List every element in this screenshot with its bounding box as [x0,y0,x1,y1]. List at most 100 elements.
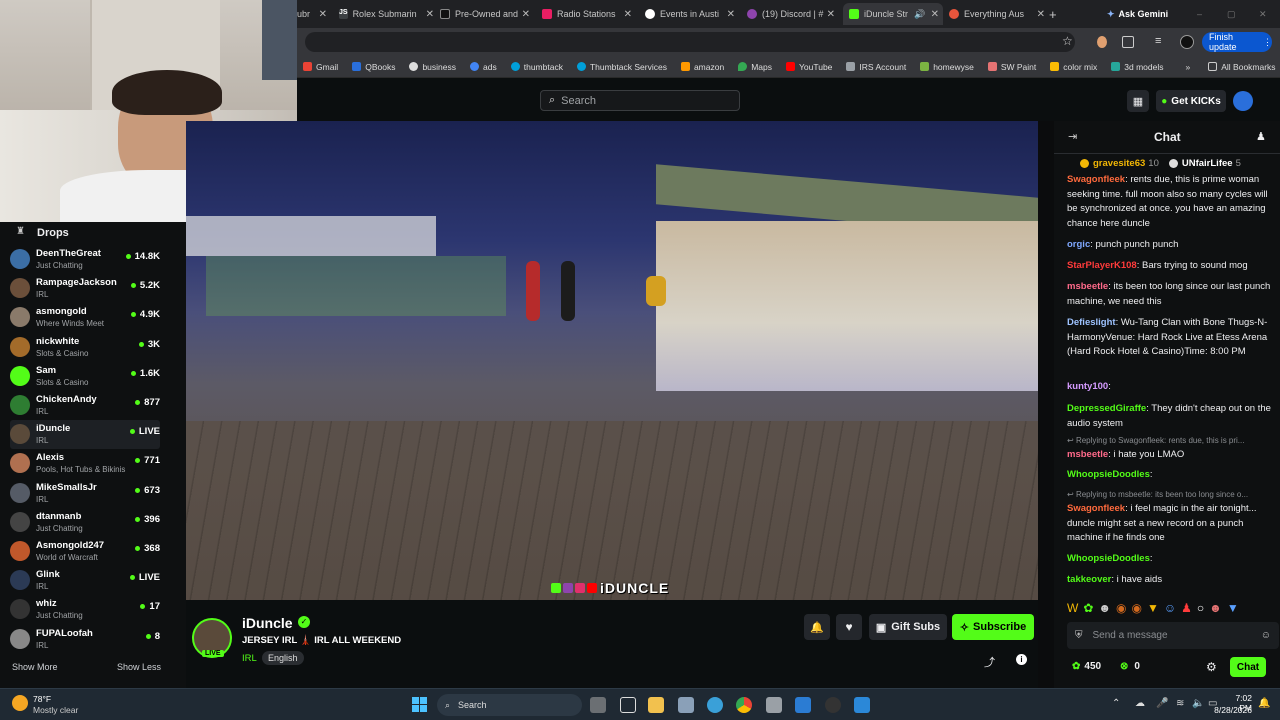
emote-icon[interactable]: ☺ [1164,601,1176,615]
emote-icon[interactable]: ▼ [1147,601,1159,615]
word-icon[interactable] [854,697,870,713]
file-explorer-icon[interactable] [648,697,664,713]
emote-icon[interactable]: ▼ [1227,601,1239,615]
notepad-icon[interactable] [620,697,636,713]
chat-username[interactable]: orgic [1067,239,1090,250]
close-icon[interactable]: ✕ [319,9,327,20]
gift-subs-button[interactable]: ▣ Gift Subs [869,614,947,640]
edge-icon[interactable] [707,697,723,713]
chrome-icon[interactable] [736,697,752,713]
bookmark[interactable]: amazon [680,62,724,72]
chat-username[interactable]: msbeetle [1067,281,1108,292]
bookmark[interactable]: SW Paint [987,62,1036,72]
reply-context[interactable]: ↩ Replying to msbeetle: its been too lon… [1067,490,1277,499]
obs-icon[interactable] [825,697,841,713]
collapse-chat-icon[interactable]: ⇥ [1068,130,1077,143]
chat-username[interactable]: DepressedGiraffe [1067,403,1146,414]
weather-desc[interactable]: Mostly clear [33,705,78,715]
close-icon[interactable]: ✕ [426,9,434,20]
football-icon[interactable]: ◉ [1132,601,1142,615]
emote-icon[interactable]: ♟ [1181,601,1192,615]
browser-tab[interactable]: Pre-Owned and ✕ [440,3,530,25]
window-close-button[interactable]: ✕ [1259,3,1271,25]
get-kicks-button[interactable]: ● Get KICKs [1156,90,1226,112]
chat-username[interactable]: Swagonfleek [1067,503,1125,514]
bookmark[interactable]: business [409,62,456,72]
reply-context[interactable]: ↩ Replying to Swagonfleek: rents due, th… [1067,436,1277,445]
tray-chevron-icon[interactable]: ⌃ [1112,698,1120,709]
bookmark[interactable]: YouTube [786,62,832,72]
url-field[interactable] [305,32,1075,52]
show-more-button[interactable]: Show More [12,662,58,672]
extensions-icon[interactable] [1122,36,1134,48]
bookmark[interactable]: Thumbtack Services [576,62,667,72]
close-icon[interactable]: ✕ [522,9,530,20]
browser-tab[interactable]: ubr ✕ [297,3,327,25]
emote-icon[interactable]: ✿ [1083,601,1093,615]
close-icon[interactable]: ✕ [1037,9,1045,20]
bookmark[interactable]: QBooks [352,62,395,72]
kicks-balance[interactable]: ⊗ 0 [1120,661,1140,672]
user-avatar[interactable] [1233,91,1253,111]
send-chat-button[interactable]: Chat [1230,657,1266,677]
sidebar-channel-alexis[interactable]: Alexis Pools, Hot Tubs & Bikinis 771 [10,449,160,478]
emote-icon[interactable]: W [1067,601,1078,615]
photos-icon[interactable] [795,697,811,713]
browser-tab[interactable]: (19) Discord | # ✕ [747,3,835,25]
maximize-button[interactable]: ▢ [1227,3,1239,25]
channel-points[interactable]: ✿ 450 [1072,661,1101,672]
info-icon[interactable]: i [1016,654,1027,665]
browser-tab[interactable]: Radio Stations ✕ [542,3,632,25]
browser-tab[interactable]: Events in Austi ✕ [645,3,735,25]
browser-tab-active[interactable]: iDuncle Str 🔊 ✕ [843,3,943,25]
browser-tab[interactable]: JS Rolex Submarin ✕ [339,3,434,25]
sidebar-channel-chickenandy[interactable]: ChickenAndy IRL 877 [10,391,160,420]
follow-heart-button[interactable]: ♥ [836,614,862,640]
calculator-icon[interactable] [766,697,782,713]
chat-username[interactable]: WhoopsieDoodles [1067,553,1150,564]
volume-icon[interactable]: 🔈 [1192,698,1204,709]
chat-username[interactable]: Swagonfleek [1067,174,1125,185]
category-link[interactable]: IRL [242,653,257,664]
speaker-icon[interactable]: 🔊 [914,9,925,20]
dashboard-icon[interactable]: ▦ [1127,90,1149,112]
cloud-icon[interactable]: ☁ [1135,698,1145,709]
extension-icon[interactable] [1097,36,1107,48]
bookmark[interactable]: thumbtack [510,62,563,72]
minimize-button[interactable]: – [1197,3,1209,25]
sidebar-channel-glink[interactable]: Glink IRL LIVE [10,566,160,595]
close-icon[interactable]: ✕ [931,9,939,20]
ask-gemini-button[interactable]: ✦ Ask Gemini [1107,3,1187,25]
bookmark[interactable]: ads [470,62,497,72]
settings-gear-icon[interactable]: ⚙ [1206,660,1217,674]
profile-icon[interactable] [1180,35,1194,49]
bookmarks-overflow-icon[interactable]: » [1186,62,1191,72]
close-icon[interactable]: ✕ [624,9,632,20]
sidebar-channel-rampagejackson[interactable]: RampageJackson IRL 5.2K [10,274,160,303]
star-icon[interactable]: ☆ [1062,34,1073,48]
sidebar-channel-asmongold247[interactable]: Asmongold247 World of Warcraft 368 [10,537,160,566]
bookmark[interactable]: IRS Account [846,62,906,72]
bell-icon[interactable]: 🔔 [804,614,830,640]
sidebar-channel-fupaloofah[interactable]: FUPALoofah IRL 8 [10,625,160,654]
all-bookmarks[interactable]: All Bookmarks [1208,62,1276,72]
subscribe-button[interactable]: ✧ Subscribe [952,614,1034,640]
sidebar-channel-nickwhite[interactable]: nickwhite Slots & Casino 3K [10,333,160,362]
sidebar-channel-sam[interactable]: Sam Slots & Casino 1.6K [10,362,160,391]
show-less-button[interactable]: Show Less [117,662,161,672]
chat-username[interactable]: StarPlayerK108 [1067,260,1137,271]
gifter-name[interactable]: UNfairLifee [1182,158,1233,169]
chat-username[interactable]: Defieslight [1067,317,1116,328]
sidebar-channel-deenthegreat[interactable]: DeenTheGreat Just Chatting 14.8K [10,245,160,274]
bookmark[interactable]: 3d models [1111,62,1164,72]
notifications-icon[interactable]: 🔔 [1258,698,1270,709]
windows-start-icon[interactable] [412,697,427,712]
sidebar-channel-dtanmanb[interactable]: dtanmanb Just Chatting 396 [10,508,160,537]
weather-temp[interactable]: 78°F [33,694,51,704]
taskbar-search[interactable]: ⌕ Search [437,694,582,716]
bookmark[interactable]: Gmail [303,62,338,72]
language-tag[interactable]: English [262,651,304,665]
calculator-icon[interactable] [678,697,694,713]
clock-date[interactable]: 8/28/2026 [1214,705,1252,715]
video-player[interactable]: iDUNCLE [186,121,1038,600]
